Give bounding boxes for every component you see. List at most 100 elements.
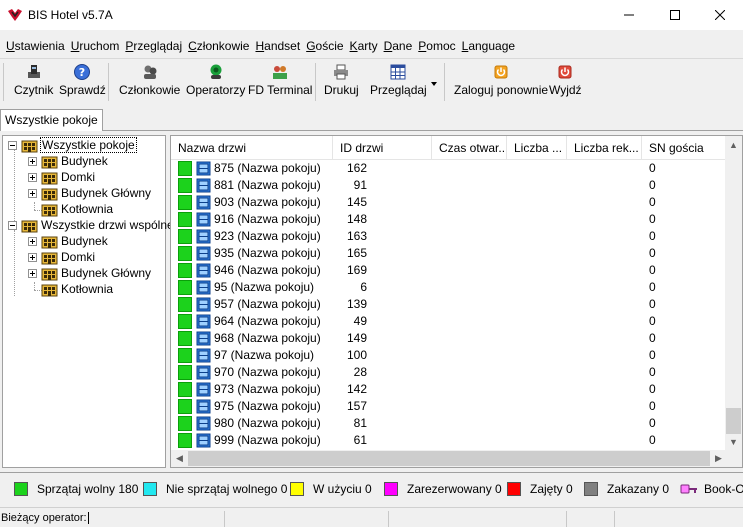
menu-cards[interactable]: Karty xyxy=(347,37,381,55)
table-row[interactable]: 881 (Nazwa pokoju) 91 0 xyxy=(171,177,727,194)
building-icon xyxy=(41,172,58,184)
legend-item-no-clean-free: Nie sprzątaj wolnego 0 xyxy=(143,482,287,496)
exit-label: Wyjdź xyxy=(549,83,582,97)
expand-icon[interactable] xyxy=(28,268,37,278)
reader-button[interactable]: Czytnik xyxy=(14,63,53,103)
scroll-left-icon[interactable]: ◀ xyxy=(171,450,188,467)
vertical-scroll-thumb[interactable] xyxy=(726,408,741,434)
guest-sn-cell: 0 xyxy=(649,399,656,413)
tree-node-boiler-room[interactable]: Kotłownia xyxy=(41,201,114,217)
column-header-door-name[interactable]: Nazwa drzwi xyxy=(171,136,333,160)
operators-button[interactable]: Operatorzy xyxy=(186,63,245,103)
collapse-icon[interactable] xyxy=(8,140,17,150)
door-name-cell: 881 (Nazwa pokoju) xyxy=(214,178,321,192)
printer-icon xyxy=(334,64,349,80)
tree-node-building[interactable]: Budynek xyxy=(28,153,109,169)
horizontal-scroll-thumb[interactable] xyxy=(188,451,710,466)
door-name-cell: 935 (Nazwa pokoju) xyxy=(214,246,321,260)
fd-terminal-button[interactable]: FD Terminal xyxy=(248,63,312,103)
table-row[interactable]: 875 (Nazwa pokoju) 162 0 xyxy=(171,160,727,177)
menu-guests[interactable]: Goście xyxy=(303,37,346,55)
fd-terminal-icon xyxy=(273,66,288,79)
fd-terminal-label: FD Terminal xyxy=(248,83,313,97)
expand-icon[interactable] xyxy=(28,172,37,182)
menu-language[interactable]: Language xyxy=(459,37,518,55)
table-row[interactable]: 973 (Nazwa pokoju) 142 0 xyxy=(171,381,727,398)
menu-members[interactable]: Członkowie xyxy=(185,37,252,55)
guest-sn-cell: 0 xyxy=(649,365,656,379)
table-row[interactable]: 980 (Nazwa pokoju) 81 0 xyxy=(171,415,727,432)
column-header-door-id[interactable]: ID drzwi xyxy=(333,136,432,160)
browse-button[interactable]: Przeglądaj xyxy=(370,63,427,103)
scrollbar-corner xyxy=(725,450,742,467)
operators-label: Operatorzy xyxy=(186,83,246,97)
door-id-cell: 28 xyxy=(353,365,367,379)
tree-node-label: Domki xyxy=(61,170,96,184)
collapse-icon[interactable] xyxy=(8,220,17,230)
column-header-record-count[interactable]: Liczba rek... xyxy=(567,136,642,160)
tree-node-building[interactable]: Budynek xyxy=(28,233,109,249)
tree-node-label: Kotłownia xyxy=(61,202,114,216)
building-icon xyxy=(41,204,58,216)
expand-icon[interactable] xyxy=(28,236,37,246)
room-status-indicator xyxy=(178,433,192,448)
legend-swatch xyxy=(143,482,157,496)
menu-handset[interactable]: Handset xyxy=(252,37,303,55)
table-row[interactable]: 999 (Nazwa pokoju) 61 0 xyxy=(171,432,727,449)
door-icon xyxy=(196,314,211,329)
tree-node-cottages[interactable]: Domki xyxy=(28,249,96,265)
check-button[interactable]: ? Sprawdź xyxy=(59,63,106,103)
vertical-scrollbar[interactable]: ▲ ▼ xyxy=(725,136,742,450)
door-id-cell: 139 xyxy=(347,297,368,311)
expand-icon[interactable] xyxy=(28,188,37,198)
table-row[interactable]: 95 (Nazwa pokoju) 6 0 xyxy=(171,279,727,296)
tree-connector xyxy=(34,282,35,290)
expand-icon[interactable] xyxy=(28,156,37,166)
column-header-guest-sn[interactable]: SN gościa xyxy=(642,136,727,160)
menu-browse[interactable]: Przeglądaj xyxy=(122,37,185,55)
tree-node-all-common-doors[interactable]: Wszystkie drzwi wspólne xyxy=(8,217,175,233)
table-row[interactable]: 935 (Nazwa pokoju) 165 0 xyxy=(171,245,727,262)
door-id-cell: 162 xyxy=(347,161,368,175)
close-button[interactable] xyxy=(697,0,743,30)
maximize-button[interactable] xyxy=(652,0,698,30)
tree-node-main-building[interactable]: Budynek Główny xyxy=(28,185,152,201)
table-row[interactable]: 964 (Nazwa pokoju) 49 0 xyxy=(171,313,727,330)
relogin-button[interactable]: Zaloguj ponownie xyxy=(454,63,548,103)
table-row[interactable]: 97 (Nazwa pokoju) 100 0 xyxy=(171,347,727,364)
check-label: Sprawdź xyxy=(59,83,106,97)
tab-all-rooms[interactable]: Wszystkie pokoje xyxy=(0,109,103,131)
tree-node-main-building[interactable]: Budynek Główny xyxy=(28,265,152,281)
chevron-down-icon[interactable] xyxy=(429,79,439,89)
column-header-count[interactable]: Liczba ... xyxy=(507,136,567,160)
table-row[interactable]: 923 (Nazwa pokoju) 163 0 xyxy=(171,228,727,245)
table-row[interactable]: 970 (Nazwa pokoju) 28 0 xyxy=(171,364,727,381)
tree-node-cottages[interactable]: Domki xyxy=(28,169,96,185)
menu-data[interactable]: Dane xyxy=(381,37,416,55)
menu-run[interactable]: Uruchom xyxy=(68,37,123,55)
minimize-button[interactable] xyxy=(606,0,652,30)
table-row[interactable]: 968 (Nazwa pokoju) 149 0 xyxy=(171,330,727,347)
status-bar: Bieżący operator: xyxy=(0,507,743,527)
power-icon xyxy=(558,65,572,79)
door-icon xyxy=(196,178,211,193)
column-header-open-time[interactable]: Czas otwar... xyxy=(432,136,507,160)
tree-node-all-rooms[interactable]: Wszystkie pokoje xyxy=(8,137,137,153)
exit-button[interactable]: Wyjdź xyxy=(549,63,582,103)
scroll-down-icon[interactable]: ▼ xyxy=(725,433,742,450)
table-row[interactable]: 957 (Nazwa pokoju) 139 0 xyxy=(171,296,727,313)
table-row[interactable]: 916 (Nazwa pokoju) 148 0 xyxy=(171,211,727,228)
menu-help[interactable]: Pomoc xyxy=(415,37,458,55)
members-button[interactable]: Członkowie xyxy=(119,63,180,103)
door-icon xyxy=(196,382,211,397)
tree-node-boiler-room[interactable]: Kotłownia xyxy=(41,281,114,297)
scroll-up-icon[interactable]: ▲ xyxy=(725,136,742,153)
table-row[interactable]: 975 (Nazwa pokoju) 157 0 xyxy=(171,398,727,415)
expand-icon[interactable] xyxy=(28,252,37,262)
print-button[interactable]: Drukuj xyxy=(324,63,359,103)
menu-settings[interactable]: Ustawienia xyxy=(0,37,68,55)
table-row[interactable]: 903 (Nazwa pokoju) 145 0 xyxy=(171,194,727,211)
horizontal-scrollbar[interactable]: ◀ ▶ xyxy=(171,450,727,467)
table-row[interactable]: 946 (Nazwa pokoju) 169 0 xyxy=(171,262,727,279)
door-icon xyxy=(196,297,211,312)
